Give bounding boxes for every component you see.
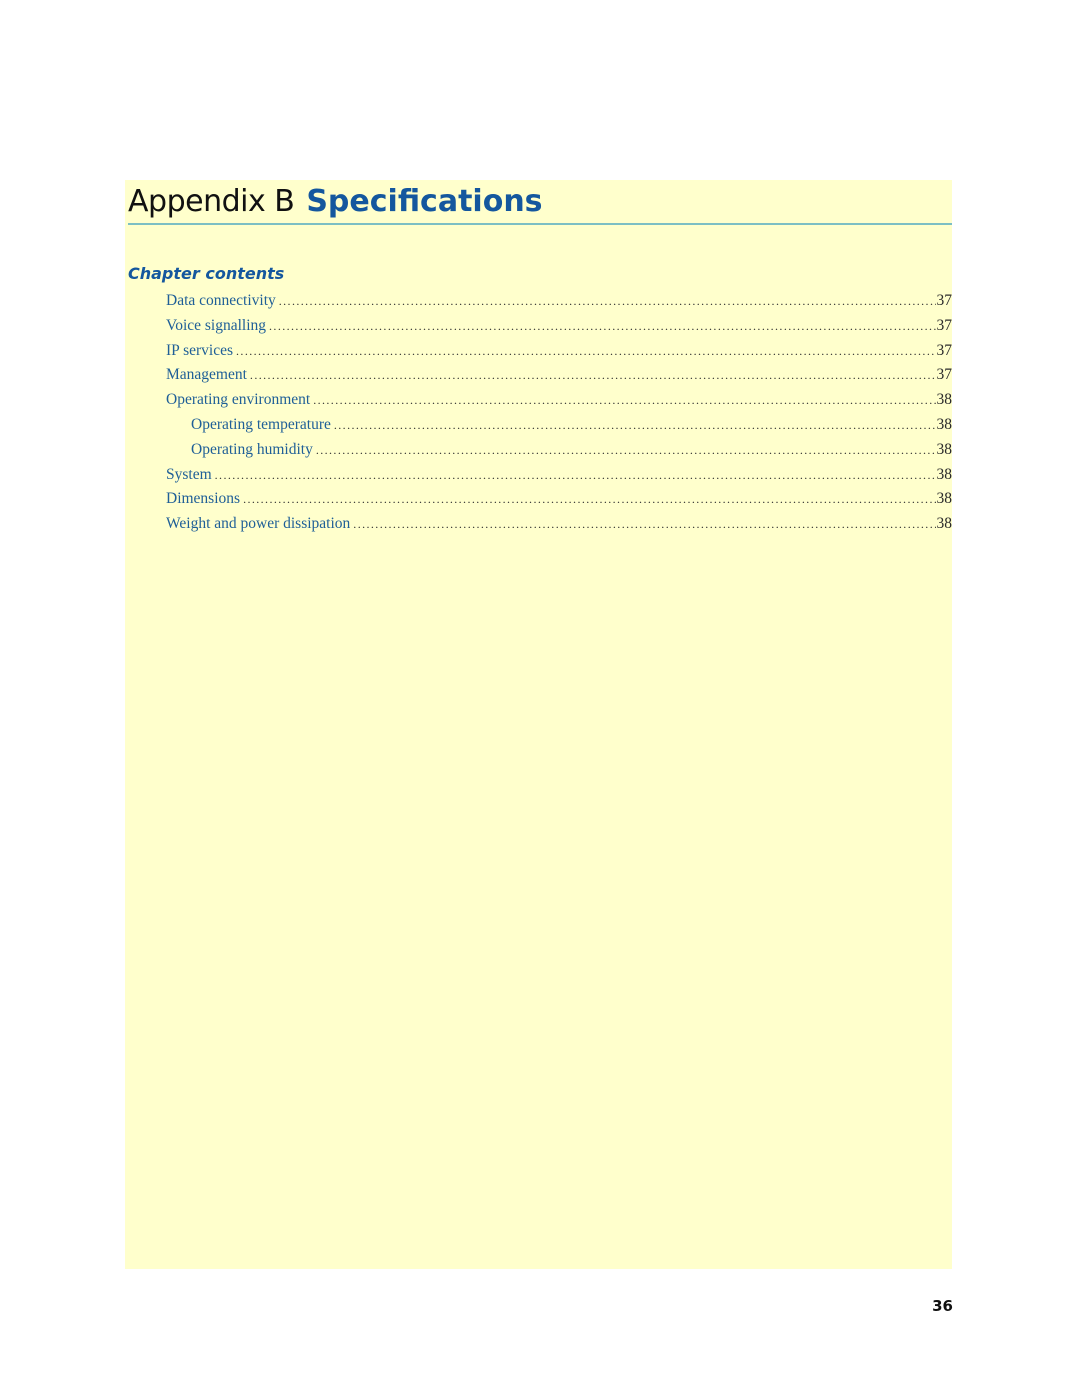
table-of-contents: Data connectivity 37 Voice signalling 37… [166,292,952,540]
toc-entry-page[interactable]: 38 [936,466,953,484]
toc-entry-dimensions[interactable]: Dimensions 38 [166,490,952,515]
toc-leader-dots [316,443,936,458]
toc-entry-label[interactable]: Dimensions [166,490,243,508]
toc-leader-dots [334,418,936,433]
chapter-contents-heading: Chapter contents [128,264,285,283]
toc-entry-management[interactable]: Management 37 [166,366,952,391]
toc-leader-dots [236,344,935,359]
toc-entry-data-connectivity[interactable]: Data connectivity 37 [166,292,952,317]
toc-leader-dots [215,468,936,483]
toc-entry-operating-humidity[interactable]: Operating humidity 38 [166,441,952,466]
toc-entry-label[interactable]: Operating humidity [191,441,316,459]
toc-entry-label[interactable]: Weight and power dissipation [166,515,353,533]
appendix-label: Appendix B [128,184,295,219]
toc-leader-dots [353,517,935,532]
page-title: Appendix B Specifications [128,180,543,224]
toc-entry-page[interactable]: 38 [936,416,953,434]
toc-entry-page[interactable]: 37 [936,366,953,384]
toc-entry-voice-signalling[interactable]: Voice signalling 37 [166,317,952,342]
toc-leader-dots [243,492,935,507]
toc-entry-weight-and-power[interactable]: Weight and power dissipation 38 [166,515,952,540]
toc-entry-ip-services[interactable]: IP services 37 [166,342,952,367]
toc-entry-page[interactable]: 37 [936,342,953,360]
toc-entry-label[interactable]: System [166,466,215,484]
toc-entry-page[interactable]: 38 [936,391,953,409]
appendix-title: Specifications [306,184,543,219]
toc-entry-operating-environment[interactable]: Operating environment 38 [166,391,952,416]
toc-leader-dots [279,294,936,309]
toc-entry-label[interactable]: IP services [166,342,236,360]
toc-entry-page[interactable]: 37 [936,317,953,335]
toc-leader-dots [269,319,935,334]
toc-entry-system[interactable]: System 38 [166,466,952,491]
toc-entry-page[interactable]: 38 [936,441,953,459]
toc-entry-page[interactable]: 37 [936,292,953,310]
toc-entry-label[interactable]: Data connectivity [166,292,279,310]
toc-entry-label[interactable]: Operating temperature [191,416,334,434]
toc-leader-dots [250,368,936,383]
toc-entry-label[interactable]: Management [166,366,250,384]
title-divider [128,223,952,225]
toc-entry-label[interactable]: Operating environment [166,391,313,409]
toc-entry-label[interactable]: Voice signalling [166,317,269,335]
toc-entry-operating-temperature[interactable]: Operating temperature 38 [166,416,952,441]
page-number: 36 [932,1297,953,1315]
toc-entry-page[interactable]: 38 [936,490,953,508]
toc-leader-dots [313,393,935,408]
toc-entry-page[interactable]: 38 [936,515,953,533]
